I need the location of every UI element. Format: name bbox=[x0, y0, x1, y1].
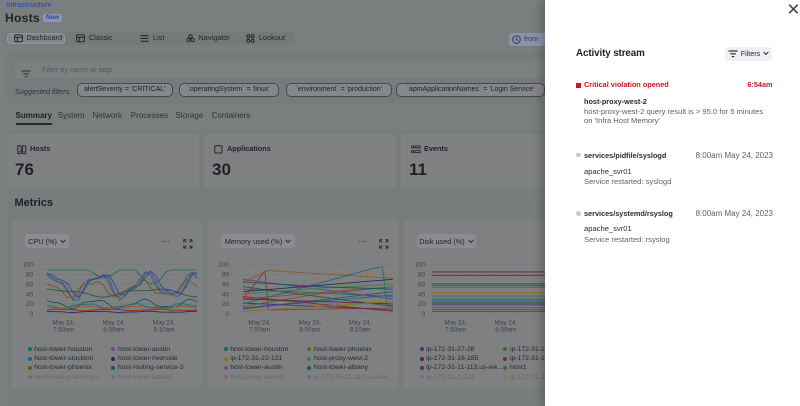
svg-text:May 24,: May 24, bbox=[495, 320, 518, 327]
svg-text:20: 20 bbox=[418, 301, 426, 308]
svg-text:May 24,: May 24, bbox=[52, 320, 75, 327]
svg-text:0: 0 bbox=[29, 311, 33, 318]
svg-text:20: 20 bbox=[222, 301, 230, 308]
svg-text:8:10am: 8:10am bbox=[349, 327, 370, 334]
svg-text:60: 60 bbox=[26, 281, 34, 288]
svg-text:May 24,: May 24, bbox=[153, 320, 176, 327]
svg-text:May 24,: May 24, bbox=[299, 320, 322, 327]
svg-text:100: 100 bbox=[218, 262, 229, 269]
svg-text:100: 100 bbox=[414, 262, 425, 269]
svg-text:40: 40 bbox=[222, 291, 230, 298]
svg-text:100: 100 bbox=[22, 262, 33, 269]
svg-text:May 24,: May 24, bbox=[103, 320, 126, 327]
svg-text:8:10am: 8:10am bbox=[153, 327, 174, 334]
svg-text:8:00am: 8:00am bbox=[299, 327, 320, 334]
svg-text:May 24,: May 24, bbox=[444, 320, 467, 327]
svg-text:0: 0 bbox=[225, 311, 229, 318]
svg-text:8:00am: 8:00am bbox=[103, 327, 124, 334]
svg-text:40: 40 bbox=[26, 291, 34, 298]
svg-text:80: 80 bbox=[26, 272, 34, 279]
svg-text:40: 40 bbox=[418, 291, 426, 298]
svg-text:20: 20 bbox=[26, 301, 34, 308]
svg-text:7:50am: 7:50am bbox=[445, 327, 466, 334]
svg-text:7:50am: 7:50am bbox=[53, 327, 74, 334]
svg-text:May 24,: May 24, bbox=[248, 320, 271, 327]
svg-text:8:00am: 8:00am bbox=[495, 327, 516, 334]
svg-text:0: 0 bbox=[421, 311, 425, 318]
svg-text:60: 60 bbox=[222, 281, 230, 288]
svg-text:7:50am: 7:50am bbox=[249, 327, 270, 334]
svg-text:80: 80 bbox=[418, 272, 426, 279]
svg-text:80: 80 bbox=[222, 272, 230, 279]
svg-text:60: 60 bbox=[418, 281, 426, 288]
svg-text:May 24,: May 24, bbox=[349, 320, 372, 327]
